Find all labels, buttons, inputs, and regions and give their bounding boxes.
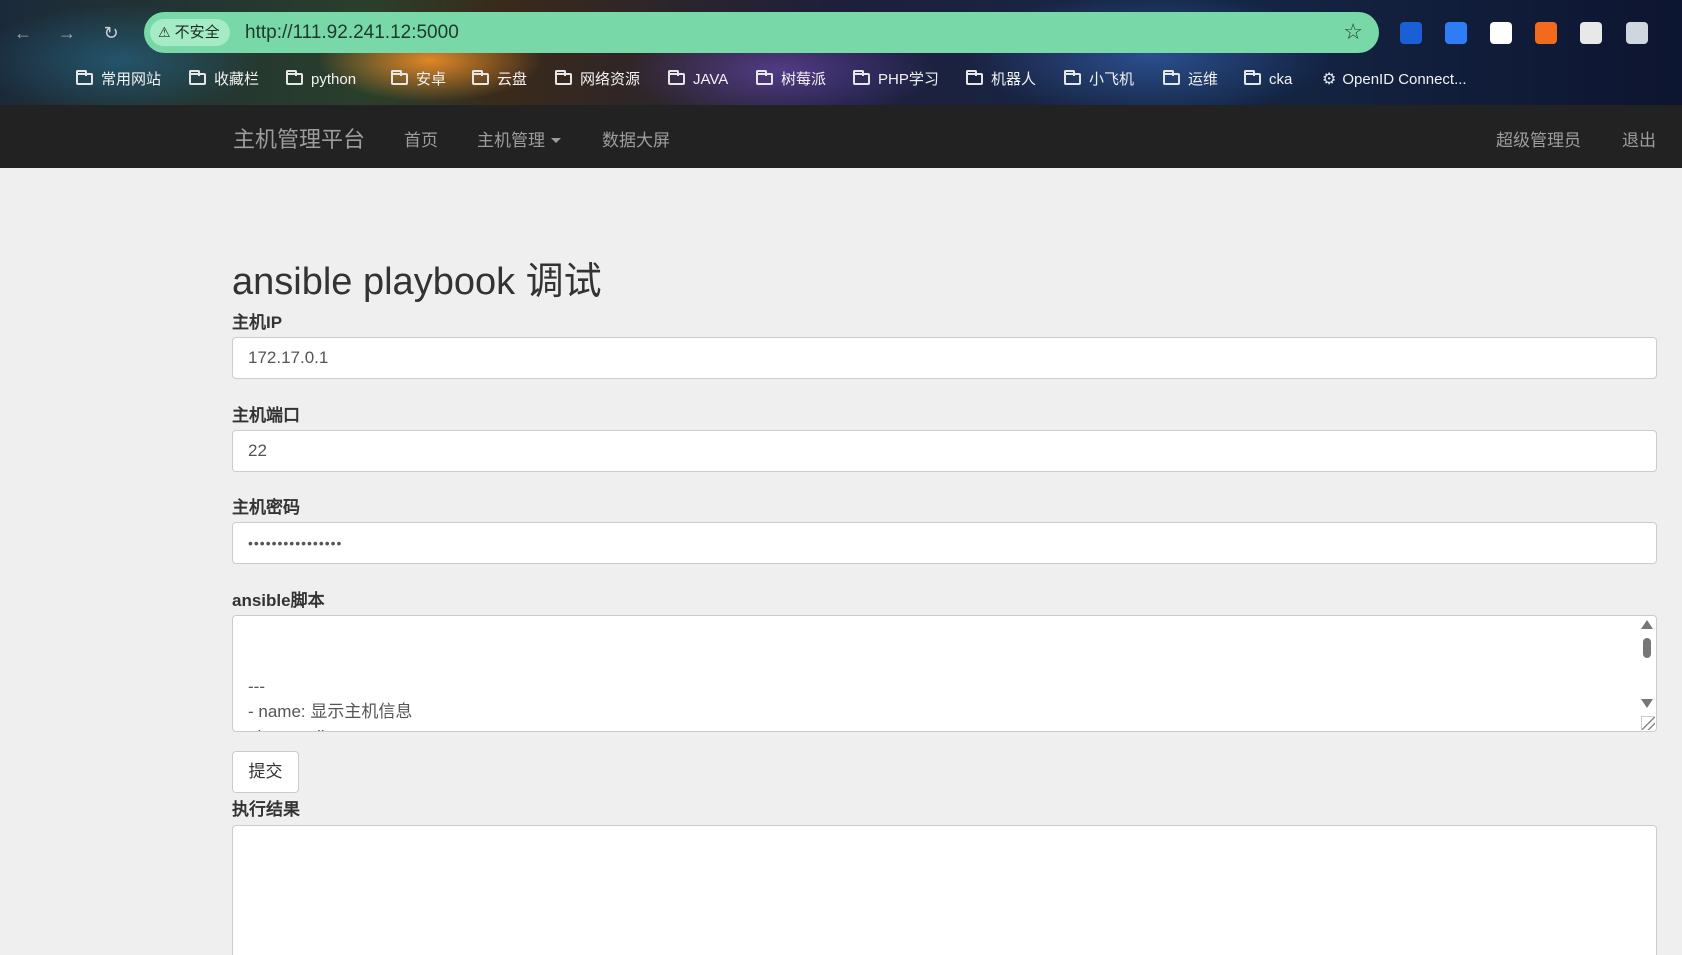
folder-icon (966, 70, 983, 85)
submit-button[interactable]: 提交 (232, 751, 299, 793)
folder-icon (1244, 70, 1261, 85)
scroll-thumb[interactable] (1643, 638, 1651, 658)
nav-home[interactable]: 首页 (404, 126, 438, 151)
translate-extension-icon[interactable] (1445, 22, 1467, 44)
script-textarea[interactable]: --- - name: 显示主机信息 hosts: all gather_fac… (232, 615, 1657, 732)
bookmark-item[interactable]: PHP学习 (853, 66, 939, 94)
browser-chrome: ← → ↻ ⚠ 不安全 http://111.92.241.12:5000 ☆ 常… (0, 0, 1682, 105)
bookmark-label: 网络资源 (580, 71, 641, 88)
bookmark-item[interactable]: 运维 (1163, 66, 1218, 94)
folder-icon (189, 70, 206, 85)
result-textarea[interactable] (232, 825, 1657, 955)
bookmark-item[interactable]: 机器人 (966, 66, 1036, 94)
security-chip[interactable]: ⚠ 不安全 (150, 19, 230, 46)
textarea-scrollbar[interactable] (1641, 620, 1653, 708)
qr-extension-icon[interactable] (1490, 22, 1512, 44)
folder-icon (756, 70, 773, 85)
bookmark-label: OpenID Connect... (1342, 71, 1467, 88)
folder-icon (76, 70, 93, 85)
bookmark-item[interactable]: 云盘 (472, 66, 527, 94)
host-password-label: 主机密码 (232, 498, 300, 517)
scroll-down-icon[interactable] (1641, 699, 1653, 708)
folder-icon (668, 70, 685, 85)
bookmark-label: 安卓 (416, 71, 447, 88)
scroll-up-icon[interactable] (1641, 620, 1653, 629)
bookmark-label: 小飞机 (1089, 71, 1135, 88)
address-bar[interactable]: ⚠ 不安全 http://111.92.241.12:5000 ☆ (144, 12, 1379, 53)
bookmark-label: 运维 (1188, 71, 1219, 88)
bookmark-item[interactable]: 安卓 (391, 66, 446, 94)
nav-user[interactable]: 超级管理员 (1496, 126, 1581, 151)
code-extension-icon[interactable] (1535, 22, 1557, 44)
bookmark-label: JAVA (693, 71, 729, 88)
folder-icon (853, 70, 870, 85)
script-label: ansible脚本 (232, 591, 325, 610)
script-text: --- - name: 显示主机信息 hosts: all gather_fac… (248, 677, 413, 731)
bookmark-item[interactable]: 常用网站 (76, 66, 161, 94)
bookmark-item[interactable]: cka (1244, 66, 1292, 94)
bookmark-label: 收藏栏 (214, 71, 260, 88)
puzzle-extension-icon[interactable] (1626, 22, 1648, 44)
bookmarks-bar: 常用网站 收藏栏 python 安卓 云盘 网络资源 JAVA 树莓派 PHP学习 机器人 小飞机 运… (0, 66, 1682, 94)
password-mask: •••••••••••••••• (248, 535, 343, 551)
resize-handle-icon[interactable] (1641, 716, 1655, 730)
bookmark-item[interactable]: ⚙ OpenID Connect... (1322, 66, 1467, 94)
bookmark-item[interactable]: 小飞机 (1064, 66, 1134, 94)
bookmark-label: 常用网站 (101, 71, 162, 88)
gear-icon: ⚙ (1322, 71, 1337, 88)
warning-icon: ⚠ (158, 24, 171, 40)
bookmark-item[interactable]: 网络资源 (555, 66, 640, 94)
bookmark-item[interactable]: python (286, 66, 356, 94)
bookmark-item[interactable]: JAVA (668, 66, 728, 94)
check-extension-icon[interactable] (1400, 22, 1422, 44)
result-label: 执行结果 (232, 800, 300, 819)
folder-icon (555, 70, 572, 85)
folder-icon (472, 70, 489, 85)
bookmark-star-icon[interactable]: ☆ (1343, 19, 1363, 45)
caret-down-icon (551, 138, 561, 143)
host-port-label: 主机端口 (232, 406, 300, 425)
page-title: ansible playbook 调试 (232, 261, 602, 303)
nav-host-management[interactable]: 主机管理 (477, 126, 561, 151)
bookmark-item[interactable]: 树莓派 (756, 66, 826, 94)
bookmark-label: 云盘 (497, 71, 528, 88)
folder-icon (1064, 70, 1081, 85)
bookmark-label: PHP学习 (878, 71, 939, 88)
nav-logout[interactable]: 退出 (1622, 126, 1656, 151)
bookmark-label: python (311, 71, 357, 88)
bookmark-label: cka (1269, 71, 1293, 88)
bookmark-item[interactable]: 收藏栏 (189, 66, 259, 94)
security-label: 不安全 (174, 24, 220, 41)
top-navbar: 主机管理平台 首页 主机管理 数据大屏 超级管理员 退出 (0, 105, 1682, 168)
host-password-input[interactable]: •••••••••••••••• (232, 522, 1657, 564)
folder-icon (1163, 70, 1180, 85)
forward-icon[interactable]: → (56, 22, 78, 44)
host-ip-input[interactable]: 172.17.0.1 (232, 337, 1657, 379)
bookmark-label: 树莓派 (781, 71, 827, 88)
brand-link[interactable]: 主机管理平台 (233, 122, 365, 154)
reader-extension-icon[interactable] (1580, 22, 1602, 44)
folder-icon (286, 70, 303, 85)
nav-host-management-label: 主机管理 (477, 131, 545, 150)
back-icon[interactable]: ← (12, 22, 34, 44)
url-text[interactable]: http://111.92.241.12:5000 (245, 22, 459, 44)
reload-icon[interactable]: ↻ (100, 22, 122, 44)
host-port-input[interactable]: 22 (232, 430, 1657, 472)
folder-icon (391, 70, 408, 85)
host-ip-label: 主机IP (232, 313, 283, 332)
nav-data-screen[interactable]: 数据大屏 (602, 126, 670, 151)
bookmark-label: 机器人 (991, 71, 1037, 88)
